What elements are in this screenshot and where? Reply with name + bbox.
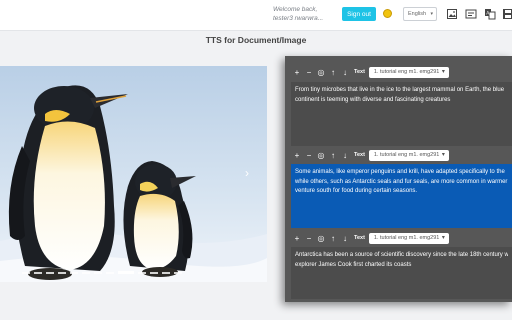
text-line: Antarctica has been a source of scientif… (295, 252, 508, 258)
move-down-button[interactable]: ↓ (339, 234, 351, 243)
chevron-down-icon: ▾ (441, 151, 445, 158)
move-up-button[interactable]: ↑ (327, 151, 339, 160)
voice-value: 1. tutorial eng m1. emg291 (373, 69, 440, 75)
remove-block-button[interactable]: − (303, 68, 315, 77)
text-line: explorer James Cook first charted its co… (295, 261, 412, 268)
welcome-message: Welcome back, tester3 rwarwra... (273, 5, 337, 23)
add-block-button[interactable]: + (291, 151, 303, 160)
block-type-label: Text (354, 69, 365, 75)
text-line: while others, such as Antarctic seals an… (295, 178, 508, 185)
play-icon[interactable]: ◎ (315, 151, 327, 160)
block-toolbar: + − ◎ ↑ ↓ Text 1. tutorial eng m1. emg29… (291, 64, 512, 80)
text-line: continent is teeming with diverse and fa… (295, 96, 451, 103)
move-down-button[interactable]: ↓ (339, 151, 351, 160)
language-select[interactable]: English ▾ (403, 7, 437, 21)
text-line: From tiny microbes that live in the ice … (295, 87, 505, 93)
voice-value: 1. tutorial eng m1. emg291 (373, 235, 440, 241)
translate-icon[interactable]: A (484, 8, 496, 20)
text-block[interactable]: Antarctica has been a source of scientif… (291, 247, 512, 299)
block-type-label: Text (354, 235, 365, 241)
chevron-down-icon: ▾ (441, 68, 445, 75)
remove-block-button[interactable]: − (303, 151, 315, 160)
move-down-button[interactable]: ↓ (339, 68, 351, 77)
language-value: English (408, 11, 427, 17)
sign-out-button[interactable]: Sign out (342, 7, 376, 21)
add-block-button[interactable]: + (291, 234, 303, 243)
text-block[interactable]: From tiny microbes that live in the ice … (291, 82, 512, 146)
move-up-button[interactable]: ↑ (327, 234, 339, 243)
image-icon[interactable] (446, 8, 458, 20)
page-title: TTS for Document/Image (205, 35, 307, 45)
welcome-line: Welcome back, (273, 6, 318, 13)
text-line: Some animals, like emperor penguins and … (295, 169, 505, 175)
voice-value: 1. tutorial eng m1. emg291 (373, 152, 440, 158)
remove-block-button[interactable]: − (303, 234, 315, 243)
text-block-selected[interactable]: Some animals, like emperor penguins and … (291, 164, 512, 228)
block-toolbar: + − ◎ ↑ ↓ Text 1. tutorial eng m1. emg29… (291, 230, 512, 246)
move-up-button[interactable]: ↑ (327, 68, 339, 77)
add-block-button[interactable]: + (291, 68, 303, 77)
document-image[interactable]: › (0, 66, 267, 282)
block-type-label: Text (354, 152, 365, 158)
save-icon[interactable] (502, 8, 512, 20)
coin-icon[interactable] (383, 9, 392, 18)
chevron-down-icon: ▾ (430, 11, 433, 17)
text-line: venture south for food during certain se… (295, 188, 418, 194)
block-toolbar: + − ◎ ↑ ↓ Text 1. tutorial eng m1. emg29… (291, 147, 512, 163)
username: tester3 rwarwra... (273, 15, 324, 22)
play-icon[interactable]: ◎ (315, 234, 327, 243)
voice-select[interactable]: 1. tutorial eng m1. emg291 ▾ (368, 66, 449, 78)
play-icon[interactable]: ◎ (315, 68, 327, 77)
chevron-down-icon: ▾ (441, 234, 445, 241)
top-bar: Welcome back, tester3 rwarwra... Sign ou… (0, 0, 512, 31)
next-arrow-icon[interactable]: › (245, 166, 249, 180)
carousel-dots[interactable] (0, 270, 267, 278)
voice-select[interactable]: 1. tutorial eng m1. emg291 ▾ (368, 149, 449, 161)
penguin-photo (0, 66, 267, 282)
voice-select[interactable]: 1. tutorial eng m1. emg291 ▾ (368, 232, 449, 244)
text-icon[interactable] (465, 8, 477, 20)
